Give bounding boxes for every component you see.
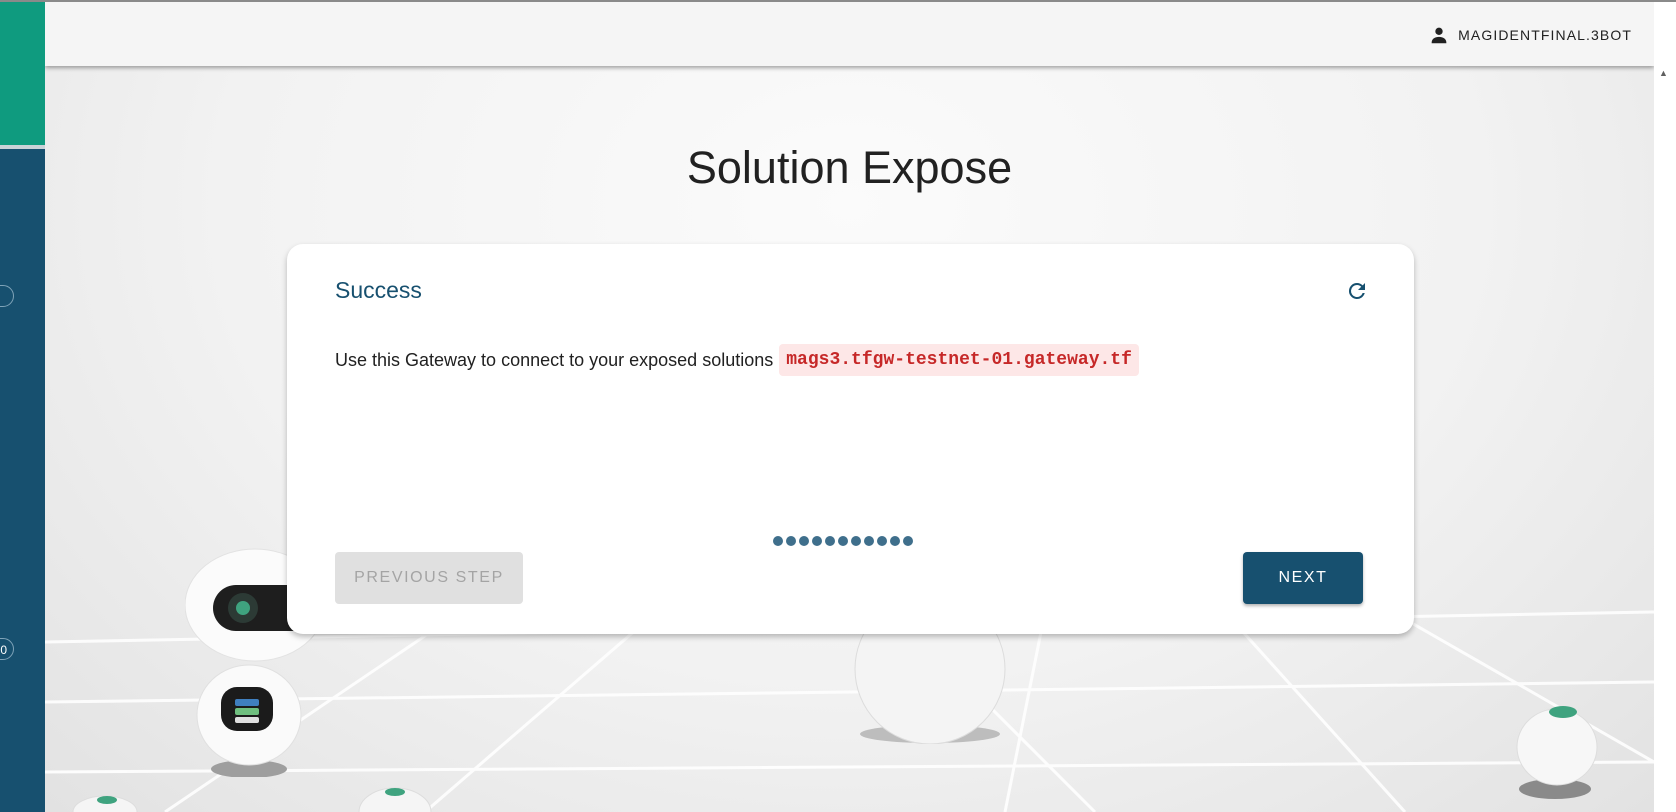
gateway-domain: mags3.tfgw-testnet-01.gateway.tf: [779, 344, 1139, 376]
main-content: MAGIDENTFINAL.3BOT Solution Expose Succe…: [45, 2, 1654, 812]
step-dot: [799, 536, 809, 546]
robot-illustration-bottom-middle: [358, 787, 432, 812]
previous-step-button[interactable]: PREVIOUS STEP: [335, 552, 523, 604]
step-dot: [786, 536, 796, 546]
step-dot: [903, 536, 913, 546]
card-title: Success: [335, 277, 422, 303]
step-dot: [877, 536, 887, 546]
step-dot: [773, 536, 783, 546]
user-menu[interactable]: MAGIDENTFINAL.3BOT: [1428, 22, 1632, 48]
step-dot: [838, 536, 848, 546]
refresh-icon[interactable]: [1345, 279, 1369, 303]
robot-illustration-right: [1516, 706, 1598, 799]
step-dot: [890, 536, 900, 546]
step-card: Success Use this Gateway to connect to y…: [287, 244, 1414, 634]
sidebar: 0: [0, 0, 45, 812]
user-name: MAGIDENTFINAL.3BOT: [1458, 27, 1632, 43]
gateway-message: Use this Gateway to connect to your expo…: [335, 344, 1139, 376]
robot-illustration-bottom-left: [72, 795, 138, 812]
sidebar-badge-2[interactable]: 0: [0, 638, 14, 660]
page-title: Solution Expose: [686, 142, 1013, 193]
top-app-bar: MAGIDENTFINAL.3BOT: [45, 2, 1654, 66]
step-dot: [864, 536, 874, 546]
step-dot: [825, 536, 835, 546]
app-window: 0 MAGIDENTFINAL.3BOT Solution Expose Suc…: [0, 0, 1676, 812]
scroll-up-arrow-icon[interactable]: ▲: [1659, 68, 1668, 78]
gateway-message-text: Use this Gateway to connect to your expo…: [335, 349, 774, 370]
account-icon: [1431, 27, 1447, 44]
sidebar-logo-area[interactable]: [0, 2, 45, 149]
step-dot: [851, 536, 861, 546]
next-button[interactable]: NEXT: [1243, 552, 1363, 604]
window-top-border: [0, 0, 1676, 2]
sidebar-badge-1[interactable]: [0, 285, 14, 307]
step-progress-dots: [773, 536, 913, 546]
step-dot: [812, 536, 822, 546]
scrollbar[interactable]: ▲: [1654, 2, 1676, 812]
